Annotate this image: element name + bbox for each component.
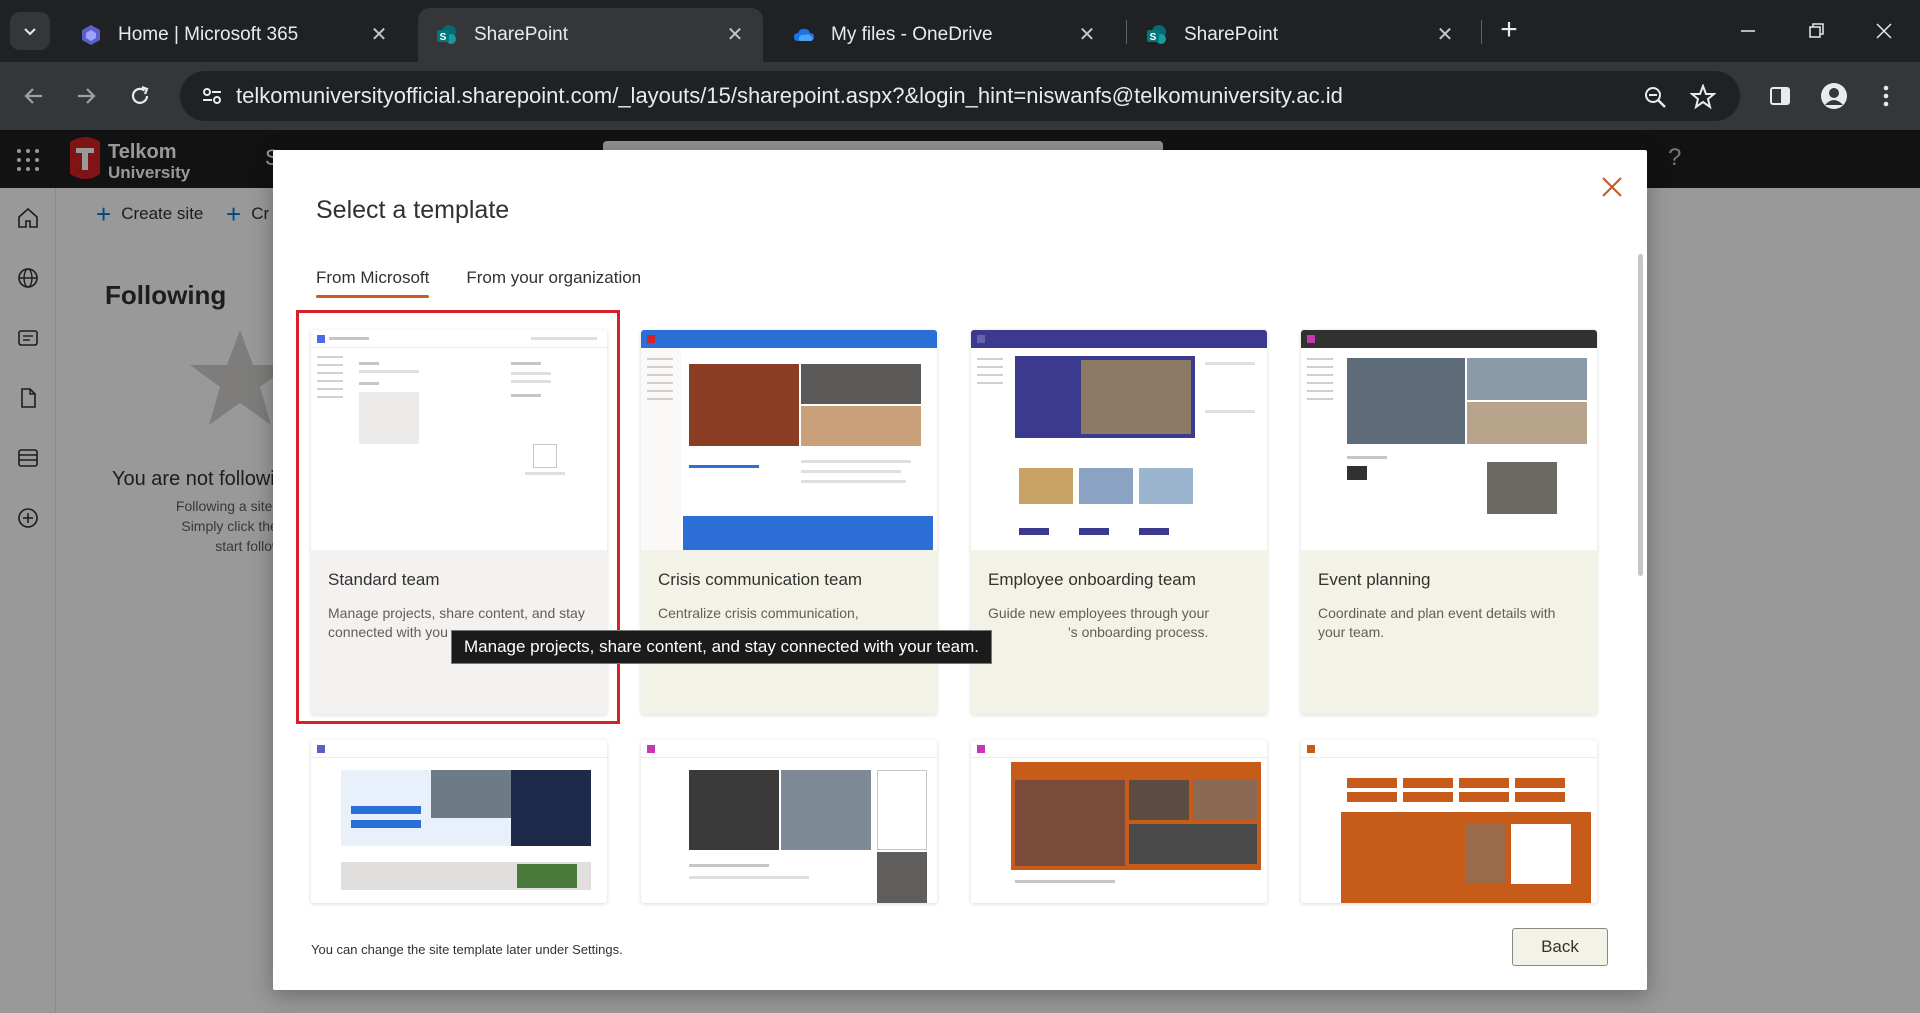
close-icon[interactable]: ✕ [1435,25,1455,45]
tab-separator [1481,20,1482,44]
template-preview-image [641,330,937,550]
preview-header [971,330,1267,348]
template-card-retail-management[interactable] [971,740,1267,903]
preview-header [311,740,607,758]
reload-button[interactable] [122,78,158,114]
restore-button[interactable] [1796,14,1836,48]
template-tooltip: Manage projects, share content, and stay… [451,630,993,664]
close-icon [1876,23,1892,39]
profile-button[interactable] [1818,80,1850,112]
arrow-right-icon [78,88,96,104]
template-title: Event planning [1318,570,1431,589]
svg-text:S: S [1150,32,1157,43]
preview-header [971,740,1267,758]
forward-nav-button[interactable] [68,78,104,114]
close-icon[interactable] [1597,172,1627,202]
template-preview-image [641,740,937,903]
template-preview-image [1301,330,1597,550]
preview-nav [641,348,681,550]
back-button[interactable]: Back [1512,928,1608,966]
minimize-button[interactable] [1728,14,1768,48]
sharepoint-icon: S [437,25,456,44]
tab-search-button[interactable] [10,12,50,50]
zoom-icon[interactable] [1642,84,1668,110]
close-icon[interactable]: ✕ [369,25,389,45]
preview-header [641,740,937,758]
browser-tab-strip: Home | Microsoft 365 ✕ S SharePoint ✕ My… [0,0,1920,62]
kebab-menu-icon [1883,85,1889,107]
sharepoint-icon: S [1147,25,1166,44]
minimize-icon [1741,30,1755,32]
template-card-employee-onboarding[interactable]: Employee onboarding team Guide new emplo… [971,330,1267,714]
back-nav-button[interactable] [16,78,52,114]
template-preview-image [311,740,607,903]
chevron-down-icon [24,28,36,36]
address-bar[interactable]: telkomuniversityofficial.sharepoint.com/… [180,71,1740,121]
dialog-scrollbar[interactable] [1638,254,1643,576]
dialog-title: Select a template [316,196,510,224]
preview-header [1301,330,1597,348]
close-icon[interactable]: ✕ [1077,25,1097,45]
microsoft365-icon [82,25,100,45]
browser-tab-sharepoint[interactable]: S SharePoint ✕ [418,8,763,62]
tab-title: SharePoint [474,24,569,45]
tab-title: Home | Microsoft 365 [118,24,299,45]
svg-text:S: S [440,32,447,43]
template-description-line: Guide new employees through your [988,605,1210,621]
reload-icon [131,85,149,104]
browser-menu-button[interactable] [1870,80,1902,112]
window-close-button[interactable] [1864,14,1904,48]
template-card-event-planning[interactable]: Event planning Coordinate and plan event… [1301,330,1597,714]
profile-avatar-icon [1821,83,1847,109]
template-description-line: 's onboarding process. [1068,624,1209,640]
bookmark-star-icon[interactable] [1690,84,1716,110]
tab-separator [1126,20,1127,44]
side-panel-button[interactable] [1764,80,1796,112]
restore-icon [1809,23,1824,38]
tab-from-your-organization[interactable]: From your organization [466,262,641,298]
preview-nav [971,348,1011,550]
template-title: Employee onboarding team [988,570,1196,589]
template-preview-image [1301,740,1597,903]
side-panel-icon [1770,87,1790,105]
template-title: Crisis communication team [658,570,863,589]
browser-tab-microsoft365[interactable]: Home | Microsoft 365 ✕ [62,8,407,62]
tab-title: SharePoint [1184,24,1279,45]
onedrive-icon [794,28,814,41]
template-preview-image [971,740,1267,903]
preview-nav [1301,348,1341,550]
template-card-project-management[interactable] [641,740,937,903]
url-text: telkomuniversityofficial.sharepoint.com/… [236,83,1343,108]
template-card-it-help-desk[interactable] [311,740,607,903]
browser-tab-onedrive[interactable]: My files - OneDrive ✕ [775,8,1115,62]
template-description: Coordinate and plan event details with y… [1318,605,1556,640]
template-description: Centralize crisis communication, [658,605,859,621]
template-card-team-collaboration[interactable] [1301,740,1597,903]
browser-tab-sharepoint-2[interactable]: S SharePoint ✕ [1128,8,1473,62]
site-info-icon[interactable] [200,84,224,108]
new-tab-button[interactable]: + [1492,14,1526,48]
preview-header [641,330,937,348]
arrow-left-icon [24,88,42,104]
settings-footnote: You can change the site template later u… [311,942,623,957]
template-description: Guide new employees through your 's onbo… [988,604,1252,642]
close-icon[interactable]: ✕ [725,25,745,45]
tab-title: My files - OneDrive [831,24,993,45]
preview-header [1301,740,1597,758]
tab-from-microsoft[interactable]: From Microsoft [316,262,430,298]
template-source-tabs: From Microsoft From your organization [316,262,678,298]
browser-toolbar: telkomuniversityofficial.sharepoint.com/… [0,62,1920,130]
template-preview-image [971,330,1267,550]
